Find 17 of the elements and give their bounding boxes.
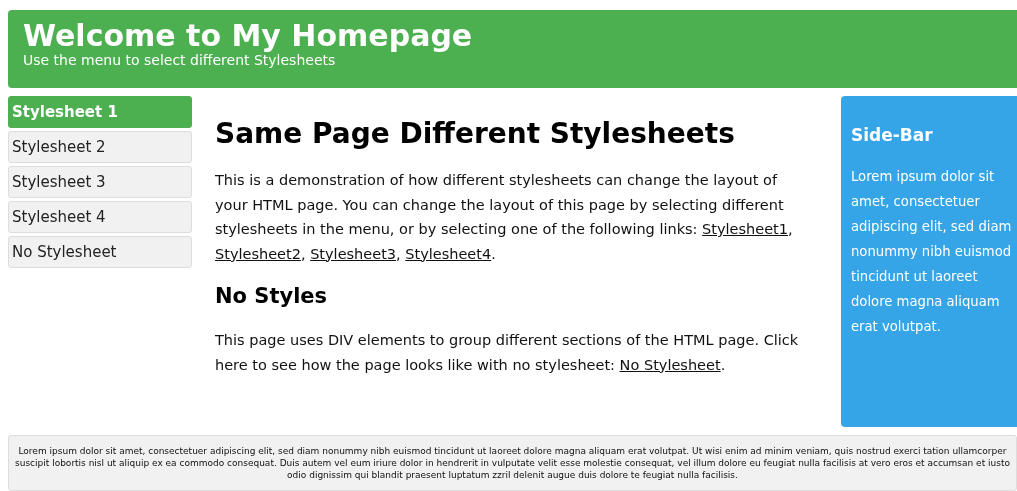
page-subtitle: Use the menu to select different Stylesheets bbox=[23, 52, 336, 68]
menu-item[interactable]: No Stylesheet bbox=[8, 236, 192, 268]
footer-text: Lorem ipsum dolor sit amet, consectetuer adipiscing elit, sed diam nonummy nibh euismod tincidunt ut laoreet dolore magna aliquam erat volutpat. Ut wisi enim ad minim veniam, quis nostrud exerci tation ullamcorper suscipit lobortis nisl ut aliquip ex ea commodo consequat. Duis autem vel eum iriure dolor in hendrerit in vulputate velit esse molestie consequat, vel illum dolore eu feugiat nulla facilisis at vero eros et accumsan et iusto odio dignissim qui blandit praesent luptatum zzril delenit augue duis dolore te feugiat nulla facilisis. bbox=[14, 445, 1011, 481]
menu-item[interactable]: Stylesheet 3 bbox=[8, 166, 192, 198]
side-bar-text: Lorem ipsum dolor sit amet, consectetuer adipiscing elit, sed diam nonummy nibh euismod tincidunt ut laoreet dolore magna aliquam erat volutpat. bbox=[851, 168, 1013, 336]
text-link[interactable]: Stylesheet3 bbox=[310, 245, 397, 262]
menu-item[interactable]: Stylesheet 4 bbox=[8, 201, 192, 233]
body-paragraph: This page uses DIV elements to group different sections of the HTML page. Click here to see how the page looks like with no stylesheet: No Stylesheet. bbox=[215, 331, 800, 375]
section-heading: No Styles bbox=[215, 283, 329, 310]
text-link[interactable]: Stylesheet1 bbox=[702, 221, 789, 237]
menu-item[interactable]: Stylesheet 2 bbox=[8, 131, 192, 163]
intro-paragraph: This is a demonstration of how different stylesheets can change the layout of your HTML page. You can change the layout of this page by selecting different stylesheets in the menu, or by selecting one of the following links: Stylesheet1, Stylesheet2, Stylesheet3, Stylesheet4. bbox=[215, 171, 794, 264]
side-bar-title: Side-Bar bbox=[851, 124, 933, 147]
text-link[interactable]: Stylesheet2 bbox=[215, 245, 301, 262]
text-link[interactable]: No Stylesheet bbox=[619, 356, 721, 373]
text-link[interactable]: Stylesheet4 bbox=[405, 245, 492, 262]
main-heading: Same Page Different Stylesheets bbox=[215, 116, 736, 152]
